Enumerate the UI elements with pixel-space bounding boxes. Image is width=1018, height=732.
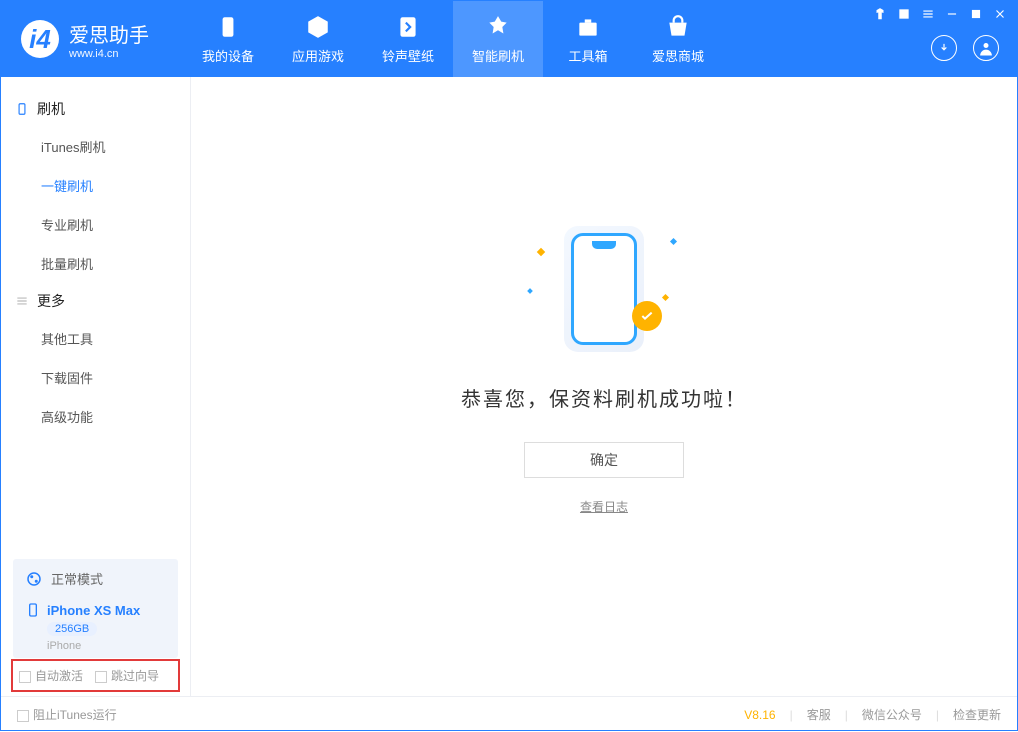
device-card[interactable]: iPhone XS Max 256GB iPhone [13, 594, 178, 658]
app-subtitle: www.i4.cn [69, 48, 149, 60]
navtab-toolbox[interactable]: 工具箱 [543, 1, 633, 77]
navtab-label: 工具箱 [568, 46, 607, 65]
success-message: 恭喜您，保资料刷机成功啦！ [461, 383, 747, 412]
sidebar-item-othertools[interactable]: 其他工具 [1, 319, 190, 358]
footer: 阻止iTunes运行 V8.16 | 客服 | 微信公众号 | 检查更新 [1, 696, 1017, 732]
version-label: V8.16 [744, 708, 775, 722]
checkbox-block-itunes[interactable]: 阻止iTunes运行 [17, 706, 117, 723]
success-illustration [534, 219, 674, 359]
sidebar-item-pro[interactable]: 专业刷机 [1, 205, 190, 244]
sidebar-group-title: 更多 [37, 291, 65, 311]
checkbox-auto-activate[interactable]: 自动激活 [19, 667, 83, 684]
mode-label: 正常模式 [51, 569, 103, 588]
navtabs: 我的设备 应用游戏 铃声壁纸 智能刷机 工具箱 爱思商城 [183, 1, 723, 77]
navtab-ringtone[interactable]: 铃声壁纸 [363, 1, 453, 77]
minimize-button[interactable] [945, 7, 959, 21]
sidebar-item-batch[interactable]: 批量刷机 [1, 244, 190, 283]
logo-area: i4 爱思助手 www.i4.cn [1, 19, 169, 60]
sidebar-item-advanced[interactable]: 高级功能 [1, 397, 190, 436]
logo-icon: i4 [21, 20, 59, 58]
maximize-button[interactable] [969, 7, 983, 21]
mode-card[interactable]: 正常模式 [13, 559, 178, 598]
footer-link-update[interactable]: 检查更新 [953, 706, 1001, 723]
sidebar-group-flash: 刷机 [1, 91, 190, 127]
header-right [931, 35, 999, 61]
checkbox-skip-guide[interactable]: 跳过向导 [95, 667, 159, 684]
navtab-label: 我的设备 [202, 46, 254, 65]
sidebar-item-oneclick[interactable]: 一键刷机 [1, 166, 190, 205]
navtab-label: 应用游戏 [292, 46, 344, 65]
app-title: 爱思助手 [69, 19, 149, 48]
header: i4 爱思助手 www.i4.cn 我的设备 应用游戏 铃声壁纸 智能刷机 工具… [1, 1, 1017, 77]
content-area: 恭喜您，保资料刷机成功啦！ 确定 查看日志 [191, 77, 1017, 696]
navtab-flash[interactable]: 智能刷机 [453, 1, 543, 77]
sidebar-item-firmware[interactable]: 下载固件 [1, 358, 190, 397]
close-button[interactable] [993, 7, 1007, 21]
user-button[interactable] [973, 35, 999, 61]
view-log-link[interactable]: 查看日志 [580, 498, 628, 515]
ok-button[interactable]: 确定 [524, 442, 684, 478]
navtab-device[interactable]: 我的设备 [183, 1, 273, 77]
sidebar: 刷机 iTunes刷机 一键刷机 专业刷机 批量刷机 更多 其他工具 下载固件 … [1, 77, 191, 696]
sidebar-item-itunes[interactable]: iTunes刷机 [1, 127, 190, 166]
device-capacity: 256GB [47, 622, 97, 636]
device-name: iPhone XS Max [47, 603, 140, 618]
navtab-store[interactable]: 爱思商城 [633, 1, 723, 77]
footer-link-wechat[interactable]: 微信公众号 [862, 706, 922, 723]
footer-link-support[interactable]: 客服 [807, 706, 831, 723]
navtab-label: 爱思商城 [652, 46, 704, 65]
navtab-label: 铃声壁纸 [382, 46, 434, 65]
sidebar-group-more: 更多 [1, 283, 190, 319]
device-type: iPhone [47, 640, 166, 652]
download-button[interactable] [931, 35, 957, 61]
option-checks: 自动激活 跳过向导 [11, 659, 180, 692]
navtab-apps[interactable]: 应用游戏 [273, 1, 363, 77]
sidebar-group-title: 刷机 [37, 99, 65, 119]
check-icon [632, 301, 662, 331]
cube-icon[interactable] [897, 7, 911, 21]
navtab-label: 智能刷机 [472, 46, 524, 65]
shirt-icon[interactable] [873, 7, 887, 21]
window-controls [873, 7, 1007, 21]
menu-icon[interactable] [921, 7, 935, 21]
